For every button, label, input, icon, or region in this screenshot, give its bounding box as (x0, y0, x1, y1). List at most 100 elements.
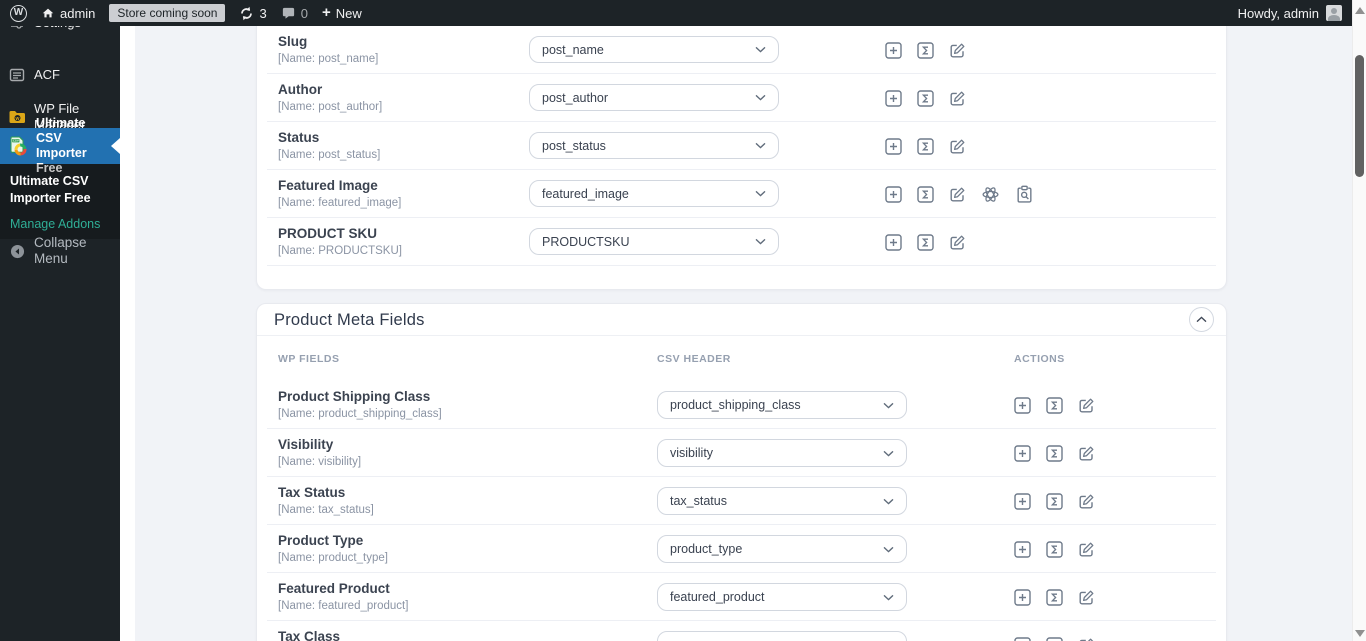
site-name-link[interactable]: admin (41, 6, 95, 21)
edit-icon[interactable] (1078, 637, 1095, 641)
field-mapping-row: Tax Class (257, 621, 1226, 641)
sidebar-item-csv-importer[interactable]: CSV Ultimate CSV Importer Free (0, 116, 120, 175)
sidebar-item-label: ACF (34, 67, 60, 83)
clipboard-search-icon[interactable] (1015, 185, 1034, 204)
edit-icon[interactable] (1078, 541, 1095, 558)
csv-header-value: post_status (542, 138, 606, 153)
home-icon (42, 8, 54, 18)
new-content-link[interactable]: + New (322, 5, 362, 21)
add-icon[interactable] (1014, 396, 1031, 414)
field-mapping-row: Product Shipping Class [Name: product_sh… (257, 381, 1226, 429)
card-title: Product Meta Fields (274, 311, 425, 329)
admin-content: Slug [Name: post_name] post_name Author … (120, 26, 1352, 641)
formula-icon[interactable] (1046, 636, 1063, 641)
submenu-item-importer[interactable]: Ultimate CSV Importer Free (10, 173, 110, 207)
comments-link[interactable]: 0 (281, 6, 308, 21)
row-actions (1014, 573, 1095, 621)
column-wp-fields: WP FIELDS (278, 352, 340, 365)
csv-header-select[interactable]: featured_product (657, 583, 907, 611)
csv-importer-submenu: Ultimate CSV Importer Free Manage Addons (0, 164, 120, 239)
add-icon[interactable] (885, 137, 902, 155)
formula-icon[interactable] (917, 185, 934, 203)
csv-header-value: tax_status (670, 494, 727, 508)
add-icon[interactable] (885, 89, 902, 107)
comment-icon (282, 7, 294, 19)
wp-field-label: PRODUCT SKU (278, 226, 378, 241)
edit-icon[interactable] (1078, 589, 1095, 606)
submenu-item-manage-addons[interactable]: Manage Addons (10, 217, 110, 231)
edit-icon[interactable] (949, 42, 966, 59)
formula-icon[interactable] (1046, 396, 1063, 414)
custom-fields-icon (8, 67, 26, 83)
chevron-down-icon (883, 546, 894, 553)
field-mapping-row: Product Type [Name: product_type] produc… (257, 525, 1226, 573)
wordpress-logo-menu[interactable]: W (10, 4, 27, 22)
csv-header-select[interactable]: featured_image (529, 180, 779, 207)
column-actions: ACTIONS (1014, 352, 1065, 365)
formula-icon[interactable] (917, 137, 934, 155)
openai-icon[interactable] (981, 185, 1000, 204)
collapse-section-button[interactable] (1189, 307, 1214, 332)
update-icon (241, 6, 253, 20)
formula-icon[interactable] (917, 89, 934, 107)
formula-icon[interactable] (1046, 492, 1063, 510)
field-mapping-row: Slug [Name: post_name] post_name (257, 26, 1226, 74)
sidebar-item-acf[interactable]: ACF (0, 62, 120, 88)
chevron-down-icon (755, 94, 766, 101)
my-account-link[interactable]: Howdy, admin (1238, 6, 1319, 21)
coming-soon-badge[interactable]: Store coming soon (109, 4, 226, 22)
csv-header-select[interactable]: post_name (529, 36, 779, 63)
edit-icon[interactable] (949, 90, 966, 107)
collapse-arrow-icon (8, 244, 26, 259)
edit-icon[interactable] (1078, 493, 1095, 510)
edit-icon[interactable] (949, 186, 966, 203)
wp-field: Tax Class (278, 629, 340, 641)
add-icon[interactable] (1014, 636, 1031, 641)
scroll-down-arrow[interactable] (1355, 630, 1365, 637)
edit-icon[interactable] (1078, 397, 1095, 414)
csv-header-select[interactable]: visibility (657, 439, 907, 467)
wp-field-name: [Name: post_name] (278, 53, 379, 65)
wp-field-label: Product Shipping Class (278, 389, 431, 404)
add-icon[interactable] (1014, 540, 1031, 558)
csv-header-select[interactable]: post_author (529, 84, 779, 111)
edit-icon[interactable] (1078, 445, 1095, 462)
updates-link[interactable]: 3 (239, 6, 267, 21)
avatar[interactable] (1326, 5, 1342, 21)
add-icon[interactable] (1014, 588, 1031, 606)
field-mapping-row: Author [Name: post_author] post_author (257, 74, 1226, 122)
wp-field-label: Author (278, 82, 323, 97)
column-headers: WP FIELDS CSV HEADER ACTIONS (257, 336, 1226, 381)
formula-icon[interactable] (1046, 588, 1063, 606)
post-fields-card: Slug [Name: post_name] post_name Author … (256, 26, 1227, 290)
add-icon[interactable] (885, 185, 902, 203)
csv-header-value: visibility (670, 446, 714, 460)
row-actions (885, 170, 1034, 218)
csv-header-select[interactable] (657, 631, 907, 641)
csv-header-select[interactable]: post_status (529, 132, 779, 159)
wp-field: Product Shipping Class [Name: product_sh… (278, 389, 442, 420)
howdy-label: Howdy, admin (1237, 5, 1319, 21)
csv-header-select[interactable]: tax_status (657, 487, 907, 515)
chevron-down-icon (755, 238, 766, 245)
csv-header-select[interactable]: product_shipping_class (657, 391, 907, 419)
wp-field-name: [Name: product_shipping_class] (278, 408, 442, 420)
add-icon[interactable] (1014, 492, 1031, 510)
scroll-up-arrow[interactable] (1355, 7, 1365, 14)
formula-icon[interactable] (1046, 540, 1063, 558)
wp-field: Slug [Name: post_name] (278, 34, 378, 65)
scrollbar-thumb[interactable] (1355, 55, 1364, 177)
csv-header-select[interactable]: product_type (657, 535, 907, 563)
formula-icon[interactable] (1046, 444, 1063, 462)
csv-header-select[interactable]: PRODUCTSKU (529, 228, 779, 255)
row-actions (885, 26, 966, 74)
field-mapping-row: Featured Image [Name: featured_image] fe… (257, 170, 1226, 218)
formula-icon[interactable] (917, 233, 934, 251)
add-icon[interactable] (885, 233, 902, 251)
formula-icon[interactable] (917, 41, 934, 59)
add-icon[interactable] (885, 41, 902, 59)
collapse-menu-button[interactable]: Collapse Menu (0, 230, 120, 272)
add-icon[interactable] (1014, 444, 1031, 462)
edit-icon[interactable] (949, 138, 966, 155)
edit-icon[interactable] (949, 234, 966, 251)
